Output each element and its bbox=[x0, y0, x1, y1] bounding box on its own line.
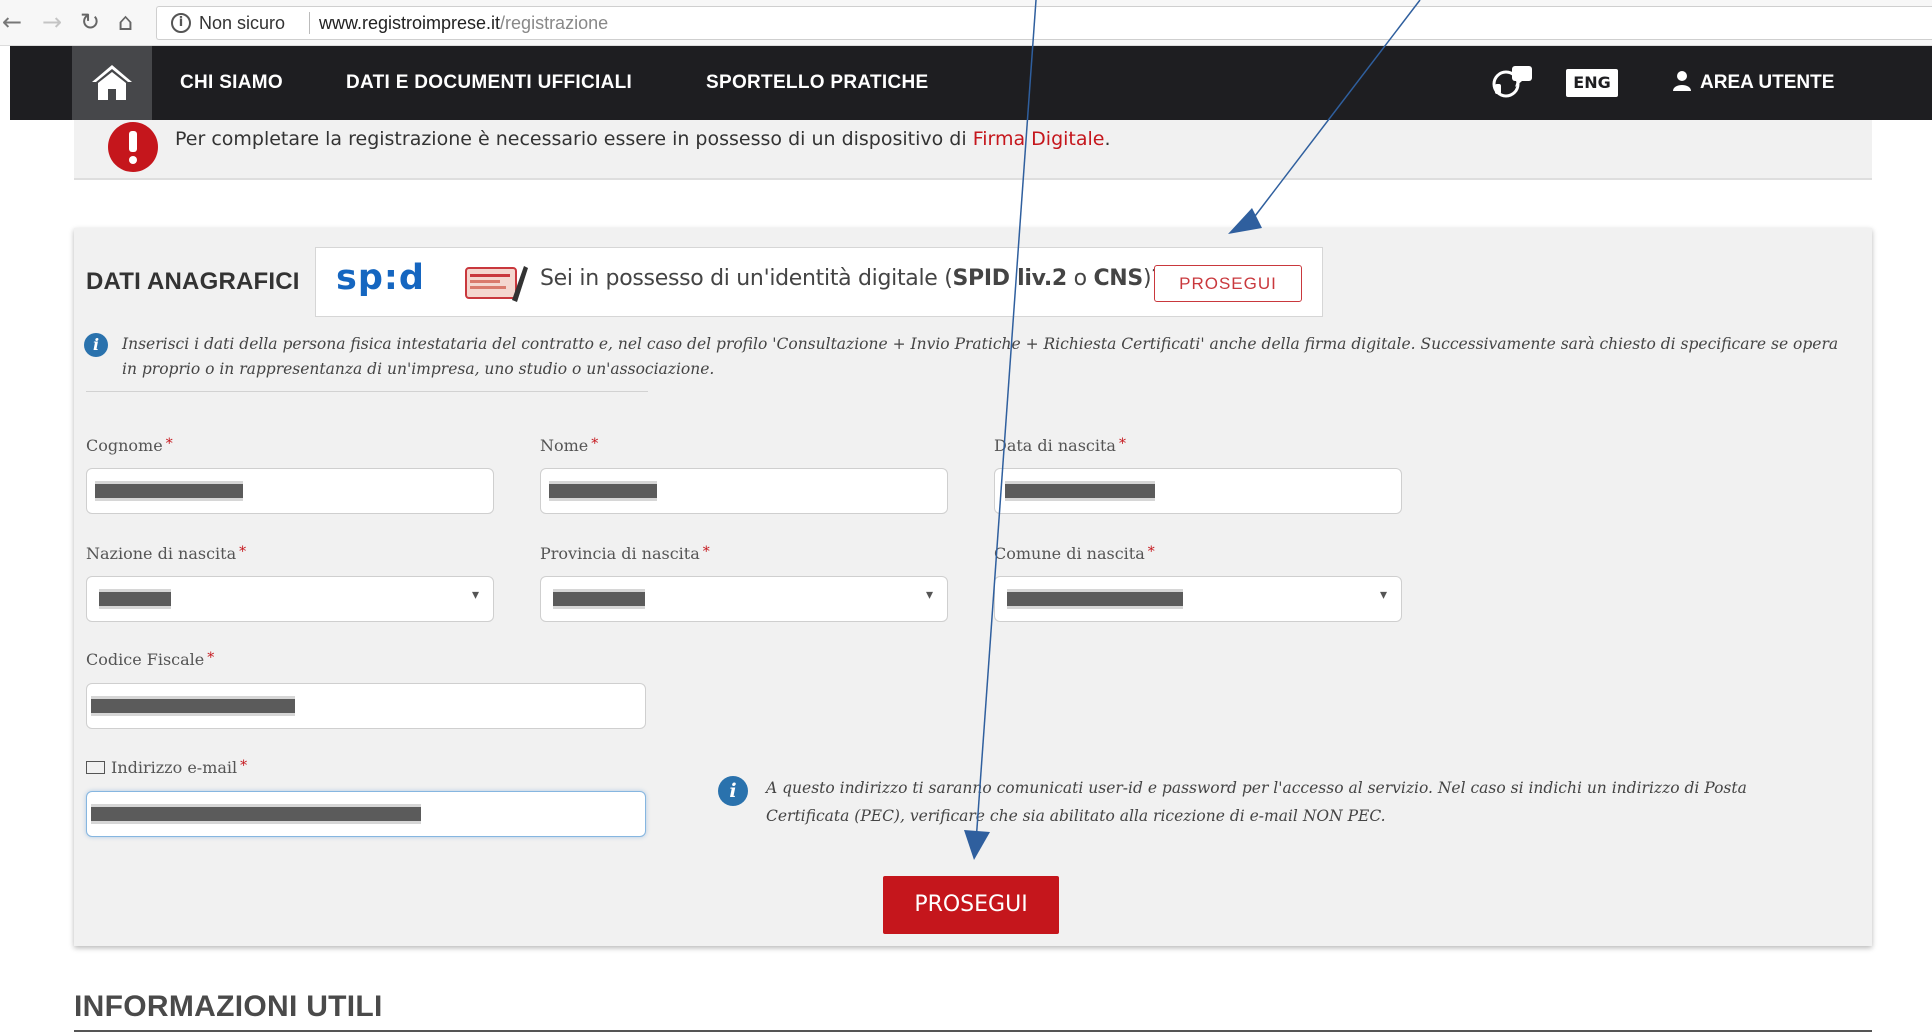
cognome-label-text: Cognome bbox=[86, 436, 163, 455]
email-input[interactable] bbox=[86, 791, 646, 837]
redacted-value bbox=[91, 696, 295, 716]
informazioni-utili-heading: INFORMAZIONI UTILI bbox=[74, 990, 383, 1023]
redacted-value bbox=[1007, 589, 1183, 609]
warning-text: Per completare la registrazione è necess… bbox=[175, 128, 1111, 150]
required-mark: * bbox=[591, 436, 599, 452]
required-mark: * bbox=[1118, 436, 1126, 452]
envelope-icon bbox=[86, 761, 105, 774]
prosegui-submit-button[interactable]: PROSEGUI bbox=[883, 876, 1059, 934]
email-note: A questo indirizzo ti saranno comunicati… bbox=[766, 779, 1747, 825]
spid-logo: sp:d bbox=[336, 258, 425, 298]
codice-fiscale-label-text: Codice Fiscale bbox=[86, 650, 205, 669]
url-text[interactable]: www.registroimprese.it/registrazione bbox=[319, 13, 608, 34]
nav-chi-siamo[interactable]: CHI SIAMO bbox=[180, 72, 283, 94]
provincia-select[interactable]: ▾ bbox=[540, 576, 948, 622]
cognome-label: Cognome * bbox=[86, 436, 173, 455]
reload-icon[interactable]: ↻ bbox=[80, 9, 100, 35]
redacted-value bbox=[95, 481, 243, 501]
nazione-label-text: Nazione di nascita bbox=[86, 544, 237, 563]
dropdown-caret-icon: ▾ bbox=[1379, 587, 1387, 603]
required-mark: * bbox=[702, 544, 710, 560]
spid-prosegui-button[interactable]: PROSEGUI bbox=[1154, 265, 1302, 302]
exclamation-icon bbox=[108, 122, 158, 172]
browser-home-icon[interactable]: ⌂ bbox=[118, 9, 133, 35]
comune-select[interactable]: ▾ bbox=[994, 576, 1402, 622]
url-host: www.registroimprese.it bbox=[319, 13, 501, 33]
registration-form-panel: DATI ANAGRAFICI sp:d Sei in possesso di … bbox=[74, 228, 1872, 946]
spid-level: SPID liv.2 bbox=[952, 266, 1068, 291]
provincia-label: Provincia di nascita * bbox=[540, 544, 710, 563]
cognome-input[interactable] bbox=[86, 468, 494, 514]
comune-label-text: Comune di nascita bbox=[994, 544, 1145, 563]
form-instructions: Inserisci i dati della persona fisica in… bbox=[122, 335, 1839, 378]
nav-sportello-pratiche[interactable]: SPORTELLO PRATICHE bbox=[706, 72, 929, 94]
language-switch[interactable]: ENG bbox=[1566, 69, 1618, 97]
redacted-value bbox=[1005, 481, 1155, 501]
nome-label-text: Nome bbox=[540, 436, 589, 455]
warning-notice: Per completare la registrazione è necess… bbox=[74, 120, 1872, 180]
provincia-label-text: Provincia di nascita bbox=[540, 544, 700, 563]
nome-input[interactable] bbox=[540, 468, 948, 514]
required-mark: * bbox=[240, 758, 248, 774]
security-status[interactable]: Non sicuro bbox=[199, 13, 285, 34]
email-label: Indirizzo e-mail * bbox=[86, 758, 247, 777]
nazione-select[interactable]: ▾ bbox=[86, 576, 494, 622]
user-icon bbox=[1673, 71, 1691, 91]
codice-fiscale-input[interactable] bbox=[86, 683, 646, 729]
area-utente-link[interactable]: AREA UTENTE bbox=[1700, 72, 1834, 94]
data-nascita-label-text: Data di nascita bbox=[994, 436, 1116, 455]
section-title: DATI ANAGRAFICI bbox=[86, 268, 300, 295]
warning-text-before: Per completare la registrazione è necess… bbox=[175, 128, 973, 150]
support-headset-icon[interactable] bbox=[1491, 62, 1533, 104]
spid-or: o bbox=[1066, 266, 1094, 291]
divider bbox=[86, 391, 648, 392]
redacted-value bbox=[91, 804, 421, 824]
email-label-text: Indirizzo e-mail bbox=[111, 758, 238, 777]
nazione-label: Nazione di nascita * bbox=[86, 544, 246, 563]
required-mark: * bbox=[1147, 544, 1155, 560]
cns-label: CNS bbox=[1093, 266, 1143, 291]
redacted-value bbox=[549, 481, 657, 501]
comune-label: Comune di nascita * bbox=[994, 544, 1155, 563]
url-path: /registrazione bbox=[500, 13, 609, 33]
firma-digitale-link[interactable]: Firma Digitale bbox=[973, 128, 1105, 150]
info-icon: i bbox=[84, 333, 108, 357]
codice-fiscale-label: Codice Fiscale * bbox=[86, 650, 214, 669]
smart-card-icon bbox=[465, 266, 528, 302]
browser-toolbar: ← → ↻ ⌂ i Non sicuro www.registroimprese… bbox=[0, 0, 1932, 46]
required-mark: * bbox=[165, 436, 173, 452]
address-bar[interactable]: i Non sicuro www.registroimprese.it/regi… bbox=[156, 6, 1932, 40]
data-nascita-label: Data di nascita * bbox=[994, 436, 1126, 455]
info-icon: i bbox=[718, 776, 748, 806]
required-mark: * bbox=[207, 650, 215, 666]
info-icon[interactable]: i bbox=[171, 13, 191, 33]
warning-text-after: . bbox=[1104, 128, 1111, 150]
nav-dati-documenti[interactable]: DATI E DOCUMENTI UFFICIALI bbox=[346, 72, 632, 94]
redacted-value bbox=[99, 589, 171, 609]
redacted-value bbox=[553, 589, 645, 609]
spid-question-prefix: Sei in possesso di un'identità digitale … bbox=[540, 266, 953, 291]
spid-box: sp:d Sei in possesso di un'identità digi… bbox=[315, 247, 1323, 317]
home-button[interactable] bbox=[72, 46, 152, 120]
house-icon bbox=[92, 65, 132, 100]
required-mark: * bbox=[239, 544, 247, 560]
site-header: CHI SIAMO DATI E DOCUMENTI UFFICIALI SPO… bbox=[10, 46, 1932, 120]
forward-arrow-icon[interactable]: → bbox=[42, 9, 62, 35]
back-arrow-icon[interactable]: ← bbox=[2, 9, 22, 35]
heading-underline bbox=[74, 1030, 1872, 1032]
dropdown-caret-icon: ▾ bbox=[925, 587, 933, 603]
nome-label: Nome * bbox=[540, 436, 598, 455]
dropdown-caret-icon: ▾ bbox=[471, 587, 479, 603]
data-nascita-input[interactable] bbox=[994, 468, 1402, 514]
spid-question: Sei in possesso di un'identità digitale … bbox=[540, 266, 1163, 291]
address-separator bbox=[309, 12, 310, 34]
